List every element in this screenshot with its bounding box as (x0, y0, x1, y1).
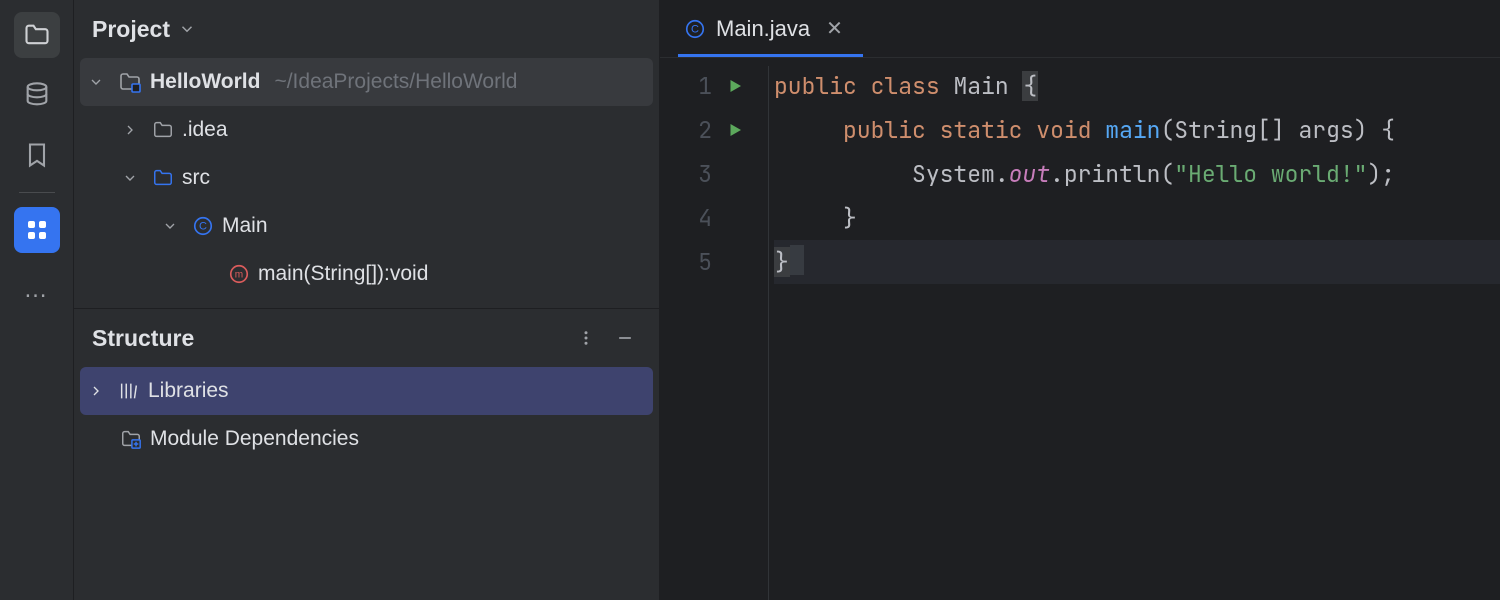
idea-folder-label: .idea (182, 118, 228, 142)
libraries-label: Libraries (148, 379, 229, 403)
plugins-tool-button[interactable] (14, 207, 60, 253)
main-method-label: main(String[]):void (258, 262, 428, 286)
svg-text:C: C (199, 221, 207, 233)
code-line: } (774, 240, 1500, 284)
tree-row-src[interactable]: src (80, 154, 653, 202)
divider (19, 192, 55, 193)
indent-guide (768, 66, 769, 600)
source-folder-icon (152, 167, 174, 189)
chevron-down-icon (88, 74, 110, 90)
line-number-gutter: 1 2 3 4 5 (660, 58, 720, 600)
grid-icon (25, 218, 49, 242)
folder-icon (23, 21, 51, 49)
class-icon: C (684, 18, 706, 40)
text-cursor (790, 245, 804, 275)
database-tool-button[interactable] (14, 72, 60, 118)
project-tree: HelloWorld ~/IdeaProjects/HelloWorld .id… (74, 58, 659, 308)
run-icon[interactable] (720, 108, 768, 152)
minimize-icon[interactable] (609, 324, 641, 352)
tree-row-idea[interactable]: .idea (80, 106, 653, 154)
svg-text:m: m (235, 270, 243, 281)
bookmarks-tool-button[interactable] (14, 132, 60, 178)
module-deps-label: Module Dependencies (150, 427, 359, 451)
code-line: public static void main(String[] args) { (774, 108, 1500, 152)
code-line: public class Main { (774, 64, 1500, 108)
module-folder-icon (118, 70, 142, 94)
code-content[interactable]: public class Main { public static void m… (768, 58, 1500, 600)
tree-row-module-deps[interactable]: Module Dependencies (80, 415, 653, 463)
main-class-label: Main (222, 214, 268, 238)
class-icon: C (192, 215, 214, 237)
run-icon[interactable] (720, 64, 768, 108)
folder-icon (152, 119, 174, 141)
chevron-down-icon[interactable] (178, 20, 196, 38)
kebab-menu-icon[interactable] (571, 325, 601, 351)
code-area[interactable]: 1 2 3 4 5 public class Main { public sta… (660, 58, 1500, 600)
tree-row-libraries[interactable]: Libraries (80, 367, 653, 415)
project-panel-header: Project (74, 0, 659, 58)
more-tool-button[interactable]: … (14, 267, 60, 313)
run-gutter (720, 58, 768, 600)
structure-tree: Libraries Module Dependencies (74, 367, 659, 473)
tree-row-main-class[interactable]: C Main (80, 202, 653, 250)
method-icon: m (228, 263, 250, 285)
chevron-right-icon (122, 122, 144, 138)
more-icon: … (24, 276, 50, 304)
project-root-name: HelloWorld (150, 70, 260, 94)
tree-row-main-method[interactable]: m main(String[]):void (80, 250, 653, 298)
structure-panel-header: Structure (74, 309, 659, 367)
library-icon (118, 380, 140, 402)
line-number: 2 (660, 108, 712, 152)
chevron-down-icon (162, 218, 184, 234)
editor-tab-main[interactable]: C Main.java ✕ (678, 0, 863, 57)
svg-text:C: C (691, 23, 699, 35)
sidebar: Project HelloWorld ~/IdeaProjects/HelloW… (74, 0, 660, 600)
line-number: 1 (660, 64, 712, 108)
project-tool-button[interactable] (14, 12, 60, 58)
structure-panel: Structure Libraries (74, 308, 659, 473)
editor-tabbar: C Main.java ✕ (660, 0, 1500, 58)
database-icon (23, 81, 51, 109)
project-root-path: ~/IdeaProjects/HelloWorld (274, 70, 517, 94)
close-icon[interactable]: ✕ (820, 16, 843, 41)
code-line: System.out.println("Hello world!"); (774, 152, 1500, 196)
editor-tab-label: Main.java (716, 16, 810, 42)
project-panel-title: Project (92, 16, 170, 43)
line-number: 4 (660, 196, 712, 240)
chevron-right-icon (88, 383, 110, 399)
editor: C Main.java ✕ 1 2 3 4 5 public class Mai… (660, 0, 1500, 600)
tool-strip: … (0, 0, 74, 600)
tree-row-project-root[interactable]: HelloWorld ~/IdeaProjects/HelloWorld (80, 58, 653, 106)
code-line: } (774, 196, 1500, 240)
src-folder-label: src (182, 166, 210, 190)
bookmark-icon (23, 141, 51, 169)
module-deps-icon (120, 428, 142, 450)
line-number: 3 (660, 152, 712, 196)
chevron-down-icon (122, 170, 144, 186)
line-number: 5 (660, 240, 712, 284)
structure-panel-title: Structure (92, 325, 194, 352)
